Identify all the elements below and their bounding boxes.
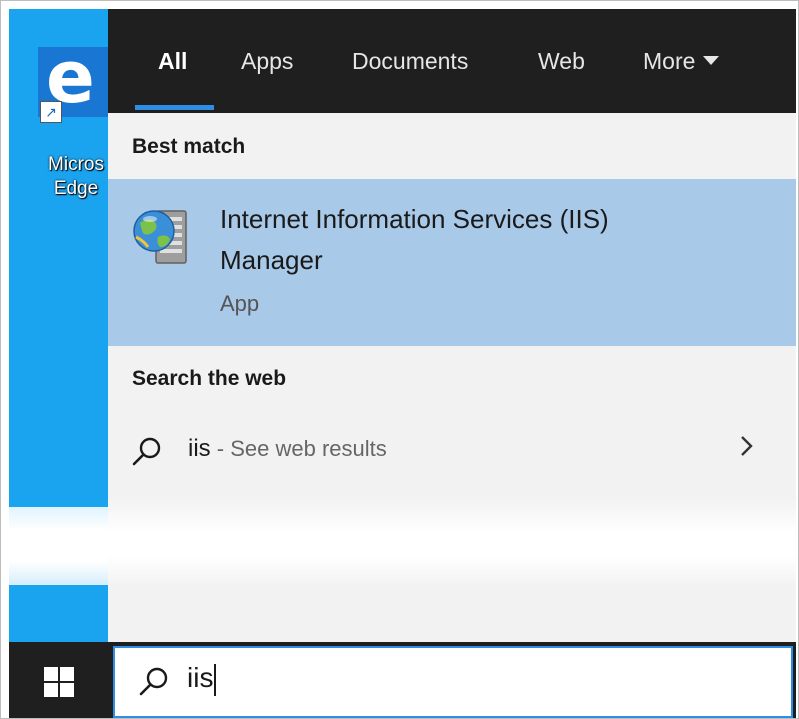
tab-more-label: More <box>643 48 696 74</box>
screenshot-frame: e ↗ Micros Edge All Apps Documents Web M… <box>0 0 799 719</box>
best-match-app-name-line2: Manager <box>220 245 323 275</box>
tab-documents[interactable]: Documents <box>352 47 468 75</box>
edge-shortcut-icon[interactable]: e ↗ <box>38 41 108 123</box>
edge-shortcut-label-line1: Micros <box>48 154 104 175</box>
best-match-app-type: App <box>220 291 260 316</box>
iis-manager-icon <box>133 210 187 264</box>
desktop-glare <box>9 507 108 585</box>
tab-apps[interactable]: Apps <box>241 47 293 75</box>
search-web-heading: Search the web <box>132 367 287 390</box>
tab-more[interactable]: More <box>643 47 720 75</box>
taskbar-search-value: iis <box>187 662 214 693</box>
web-query-text: iis <box>188 435 211 462</box>
taskbar: iis <box>9 642 796 718</box>
best-match-result[interactable]: Internet Information Services (IIS) Mana… <box>108 179 796 346</box>
edge-shortcut-label-line2: Edge <box>53 178 99 199</box>
edge-shortcut-label[interactable]: Micros Edge <box>31 153 108 201</box>
taskbar-search-input[interactable]: iis <box>187 662 687 696</box>
shortcut-arrow-icon: ↗ <box>40 101 62 123</box>
web-result-row[interactable]: iis - See web results <box>108 417 796 481</box>
best-match-app-name: Internet Information Services (IIS) Mana… <box>220 199 780 281</box>
search-panel: All Apps Documents Web More Best match I… <box>108 9 796 642</box>
panel-fade <box>108 497 796 587</box>
taskbar-search-box[interactable]: iis <box>113 646 793 718</box>
tab-web[interactable]: Web <box>538 47 585 75</box>
best-match-heading: Best match <box>132 135 246 158</box>
active-tab-indicator <box>135 105 214 110</box>
windows-logo-icon <box>44 667 74 697</box>
search-icon <box>132 437 161 466</box>
desktop: e ↗ Micros Edge <box>9 9 108 642</box>
web-result-hint: - See web results <box>210 436 387 461</box>
best-match-app-name-line1: Internet Information Services (IIS) <box>220 204 609 234</box>
start-button[interactable] <box>9 642 108 718</box>
text-cursor <box>214 663 217 696</box>
search-icon <box>139 667 168 696</box>
chevron-right-icon[interactable] <box>732 431 762 461</box>
web-result-text: iis - See web results <box>188 435 387 463</box>
caret-down-icon <box>703 56 720 66</box>
tab-all[interactable]: All <box>158 47 187 75</box>
search-tabs-bar: All Apps Documents Web More <box>108 9 796 113</box>
